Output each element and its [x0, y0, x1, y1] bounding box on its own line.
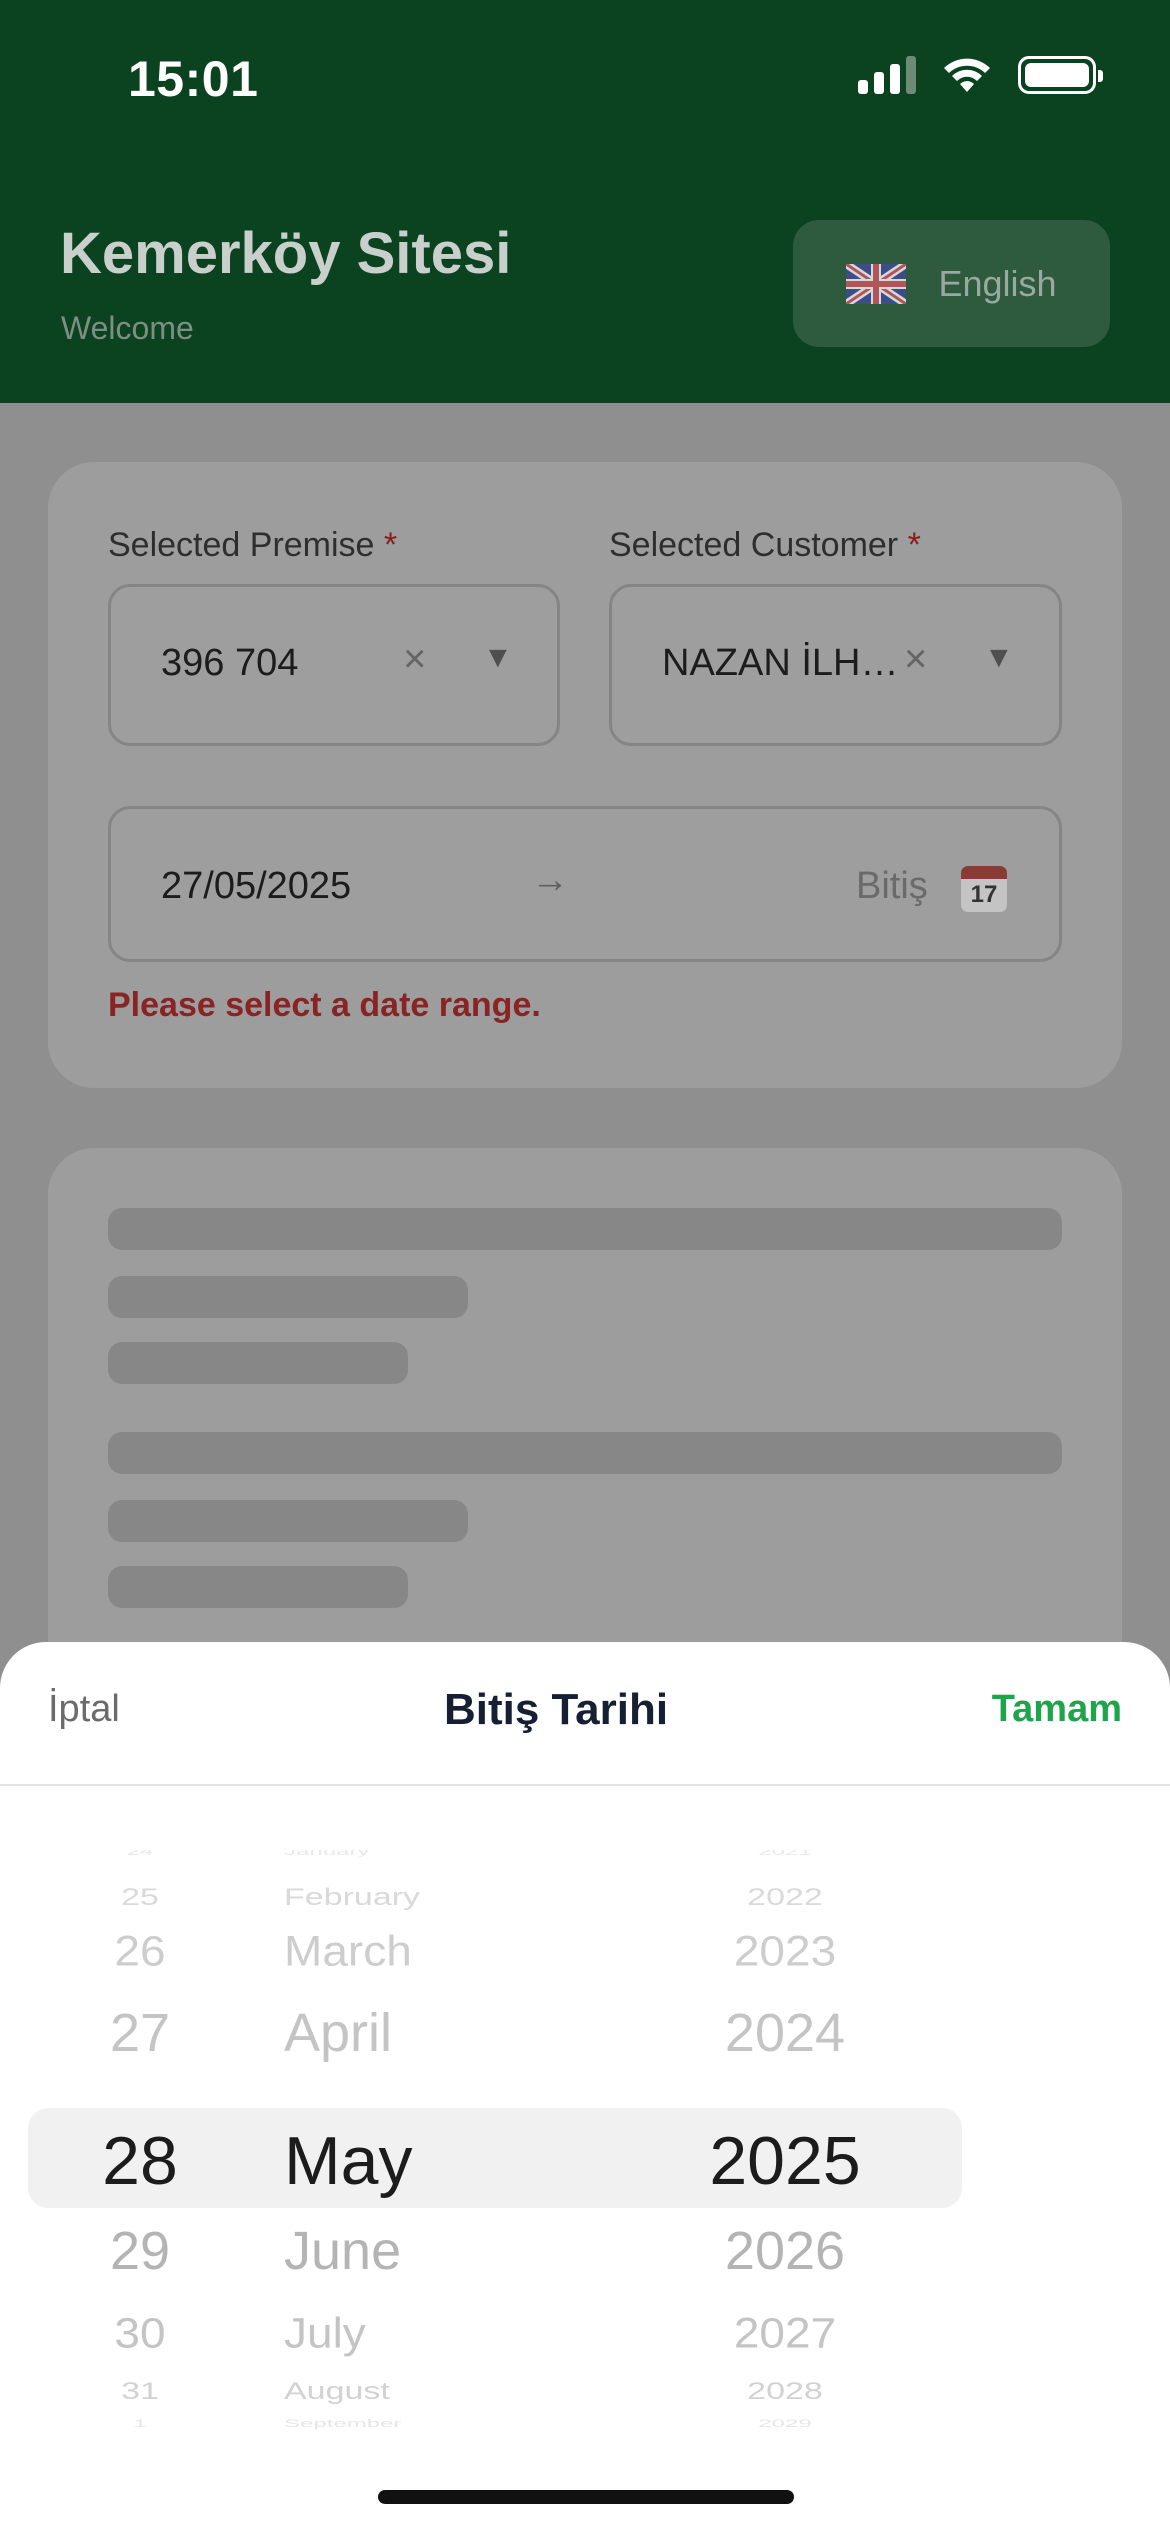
skeleton-line — [108, 1342, 408, 1384]
sheet-header: İptal Bitiş Tarihi Tamam — [0, 1642, 1170, 1786]
month-option[interactable]: March — [270, 1926, 690, 1976]
month-option[interactable]: January — [270, 1850, 690, 1858]
status-time: 15:01 — [128, 51, 259, 107]
home-indicator — [378, 2490, 794, 2504]
date-range-error: Please select a date range. — [108, 986, 541, 1024]
month-option[interactable]: June — [270, 2220, 690, 2282]
day-option[interactable]: 24 — [40, 1850, 240, 1858]
month-option[interactable]: July — [270, 2308, 690, 2358]
date-range-input[interactable]: 27/05/2025 → Bitiş 17 — [108, 806, 1062, 962]
uk-flag-icon — [846, 263, 907, 304]
clear-customer-icon[interactable]: × — [904, 637, 927, 682]
day-option[interactable]: 25 — [40, 1884, 240, 1911]
skeleton-line — [108, 1432, 1062, 1474]
cellular-signal-icon — [858, 56, 916, 94]
day-option[interactable]: 27 — [40, 2002, 240, 2064]
app-title: Kemerköy Sitesi — [60, 221, 512, 286]
wifi-icon — [944, 58, 990, 92]
required-marker: * — [907, 526, 921, 564]
customer-select[interactable]: NAZAN İLHAN × ▼ — [609, 584, 1062, 746]
month-option[interactable]: August — [270, 2378, 690, 2405]
filter-card: Selected Premise * 396 704 × ▼ Selected … — [48, 462, 1122, 1088]
premise-label: Selected Premise * — [108, 526, 398, 564]
day-option[interactable]: 29 — [40, 2220, 240, 2282]
customer-value: NAZAN İLHAN — [662, 642, 902, 684]
premise-value: 396 704 — [161, 642, 299, 684]
skeleton-line — [108, 1276, 468, 1318]
app-subtitle: Welcome — [61, 310, 194, 346]
calendar-icon[interactable]: 17 — [961, 866, 1007, 912]
language-button[interactable]: English — [793, 220, 1110, 347]
month-wheel[interactable]: January February March April May June July Augu… — [270, 1850, 690, 2430]
arrow-right-icon: → — [531, 859, 569, 901]
day-option[interactable]: 30 — [40, 2308, 240, 2358]
date-start-value: 27/05/2025 — [161, 865, 352, 907]
premise-select[interactable]: 396 704 × ▼ — [108, 584, 560, 746]
year-wheel[interactable]: 2021 2022 2023 2024 2025 2026 2027 2028 2029 — [690, 1850, 880, 2430]
skeleton-line — [108, 1566, 408, 1608]
battery-icon — [1018, 56, 1103, 94]
day-option[interactable]: 31 — [40, 2378, 240, 2405]
required-marker: * — [383, 526, 398, 564]
language-label: English — [938, 262, 1057, 304]
day-option[interactable]: 28 — [40, 2122, 240, 2200]
day-option[interactable]: 26 — [40, 1926, 240, 1976]
skeleton-line — [108, 1208, 1062, 1250]
chevron-down-icon[interactable]: ▼ — [483, 641, 513, 675]
year-option[interactable]: 2027 — [690, 2308, 880, 2358]
year-option[interactable]: 2022 — [690, 1884, 880, 1911]
customer-label: Selected Customer * — [609, 526, 921, 564]
year-option[interactable]: 2025 — [690, 2122, 880, 2200]
month-option[interactable]: February — [270, 1884, 690, 1911]
app-header: 15:01 Kemerköy Sitesi Welcome English — [0, 0, 1170, 403]
year-option[interactable]: 2021 — [690, 1850, 880, 1858]
year-option[interactable]: 2029 — [690, 2418, 880, 2430]
year-option[interactable]: 2028 — [690, 2378, 880, 2405]
chevron-down-icon[interactable]: ▼ — [984, 641, 1014, 675]
done-button[interactable]: Tamam — [992, 1688, 1122, 1731]
date-wheel-picker: 24 25 26 27 28 29 30 31 1 January February March Ap… — [0, 1850, 1170, 2430]
month-option[interactable]: September — [270, 2418, 690, 2430]
status-icons — [858, 56, 1103, 94]
year-option[interactable]: 2023 — [690, 1926, 880, 1976]
day-option[interactable]: 1 — [40, 2418, 240, 2430]
clear-premise-icon[interactable]: × — [403, 637, 426, 682]
skeleton-line — [108, 1500, 468, 1542]
month-option[interactable]: May — [270, 2122, 690, 2200]
day-wheel[interactable]: 24 25 26 27 28 29 30 31 1 — [40, 1850, 240, 2430]
sheet-title: Bitiş Tarihi — [443, 1685, 669, 1734]
year-option[interactable]: 2026 — [690, 2220, 880, 2282]
year-option[interactable]: 2024 — [690, 2002, 880, 2064]
month-option[interactable]: April — [270, 2002, 690, 2064]
date-end-placeholder[interactable]: Bitiş — [856, 865, 928, 908]
